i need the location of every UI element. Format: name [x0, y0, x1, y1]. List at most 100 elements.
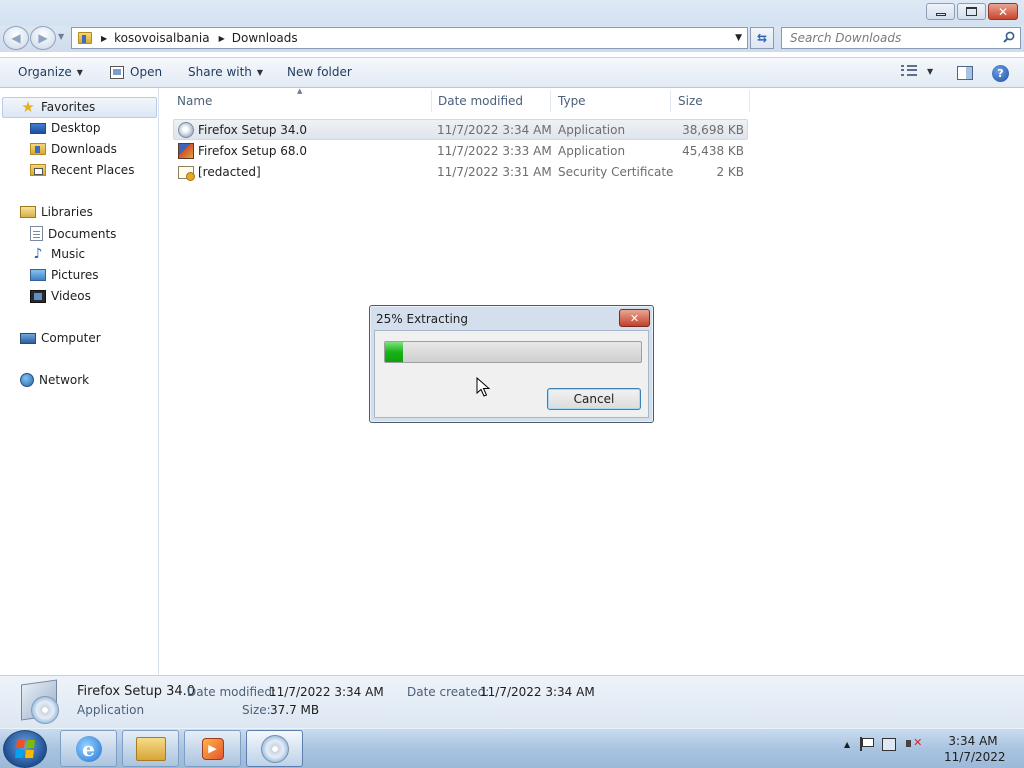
command-bar: Organize ▼ Open Share with ▼ New folder ▼ … [0, 57, 1024, 88]
system-tray: ▲ [844, 736, 922, 751]
file-type: Application [558, 144, 626, 158]
details-size: 37.7 MB [270, 703, 320, 717]
address-bar[interactable]: ▶ kosovoisalbania ▶ Downloads ▼ [71, 27, 748, 49]
extract-progress-bar [384, 341, 642, 363]
column-header-name[interactable]: Name [173, 90, 432, 112]
windows-logo-icon [15, 740, 35, 758]
nav-music[interactable]: ♪ Music [30, 246, 86, 262]
setup-cd-icon [17, 679, 63, 726]
file-date-modified: 11/7/2022 3:33 AM [437, 144, 552, 158]
close-button[interactable]: ✕ [988, 3, 1018, 20]
nav-favorites[interactable]: ★ Favorites [20, 100, 95, 115]
downloads-folder-icon [30, 143, 46, 155]
organize-menu-button[interactable]: Organize ▼ [18, 65, 83, 79]
nav-desktop-label: Desktop [51, 121, 101, 135]
setup-cd-icon [260, 734, 289, 763]
forward-button[interactable]: ▶ [30, 26, 56, 50]
nav-videos[interactable]: Videos [30, 289, 91, 303]
change-view-button[interactable]: ▼ [901, 65, 933, 77]
taskbar-media-player[interactable]: ▶ [184, 730, 241, 767]
action-center-flag-icon[interactable] [860, 737, 875, 751]
nav-libraries[interactable]: Libraries [20, 205, 93, 219]
extracting-dialog: 25% Extracting ✕ Cancel [369, 305, 654, 423]
breadcrumb-separator-icon[interactable]: ▶ [219, 34, 225, 43]
details-pane: Firefox Setup 34.0 Application Date modi… [0, 675, 1024, 728]
column-header-date-modified[interactable]: Date modified [433, 90, 551, 112]
videos-icon [30, 289, 46, 303]
nav-documents[interactable]: Documents [30, 226, 116, 241]
taskbar-firefox-setup[interactable] [246, 730, 303, 767]
file-size: 2 KB [716, 165, 744, 179]
details-file-name: Firefox Setup 34.0 [77, 684, 196, 699]
progress-fill [385, 342, 403, 362]
column-header-size-label: Size [678, 94, 703, 108]
address-dropdown-icon[interactable]: ▼ [735, 33, 742, 43]
pictures-icon [30, 269, 46, 281]
back-button[interactable]: ◀ [3, 26, 29, 50]
open-program-icon [110, 65, 124, 79]
close-icon: ✕ [629, 311, 640, 325]
window-caption-bar: ✕ [0, 0, 1024, 26]
help-icon[interactable]: ? [992, 65, 1009, 82]
nav-desktop[interactable]: Desktop [30, 121, 101, 135]
dialog-close-button[interactable]: ✕ [619, 309, 650, 327]
address-row: ◀ ▶ ▼ ▶ kosovoisalbania ▶ Downloads ▼ ⇆ [0, 26, 1024, 52]
nav-computer[interactable]: Computer [20, 331, 101, 345]
open-button[interactable]: Open [110, 65, 162, 79]
refresh-icon: ⇆ [756, 31, 768, 45]
clock[interactable]: 3:34 AM 11/7/2022 [944, 733, 1006, 765]
column-header-name-label: Name [177, 94, 213, 108]
nav-libraries-label: Libraries [41, 205, 93, 219]
libraries-icon [20, 206, 36, 218]
breadcrumb-separator-icon[interactable]: ▶ [101, 34, 107, 43]
details-date-modified: 11/7/2022 3:34 AM [269, 685, 384, 699]
music-note-icon: ♪ [33, 246, 43, 262]
column-header-size[interactable]: Size [672, 90, 750, 112]
nav-recent-places[interactable]: Recent Places [30, 163, 134, 177]
clock-time: 3:34 AM [948, 734, 998, 748]
search-icon[interactable] [1003, 31, 1015, 43]
media-player-icon: ▶ [201, 737, 224, 760]
new-folder-button[interactable]: New folder [287, 65, 352, 79]
volume-muted-icon[interactable] [906, 736, 922, 751]
nav-network-label: Network [39, 373, 90, 387]
file-date-modified: 11/7/2022 3:34 AM [437, 123, 552, 137]
taskbar-internet-explorer[interactable]: e [60, 730, 117, 767]
back-arrow-icon: ◀ [11, 31, 21, 45]
share-with-button[interactable]: Share with ▼ [188, 65, 263, 79]
network-icon [20, 373, 34, 387]
maximize-button[interactable] [957, 3, 986, 20]
chevron-down-icon: ▼ [256, 67, 264, 77]
network-status-icon[interactable] [882, 737, 897, 751]
breadcrumb-user[interactable]: kosovoisalbania [114, 31, 209, 45]
firefox-setup-icon [178, 143, 194, 159]
recent-pages-dropdown-icon[interactable]: ▼ [58, 32, 64, 41]
certificate-icon [178, 166, 195, 181]
start-button[interactable] [3, 730, 47, 768]
nav-documents-label: Documents [48, 226, 117, 241]
column-header-type[interactable]: Type [552, 90, 671, 112]
preview-pane-button[interactable] [957, 66, 973, 80]
show-hidden-icons-icon[interactable]: ▲ [844, 740, 850, 749]
search-box[interactable] [781, 27, 1021, 49]
refresh-button[interactable]: ⇆ [750, 27, 774, 49]
nav-recent-places-label: Recent Places [51, 163, 135, 177]
nav-pictures[interactable]: Pictures [30, 268, 99, 282]
details-date-created-label: Date created: [407, 685, 490, 699]
open-label: Open [130, 65, 163, 79]
column-header-date-label: Date modified [438, 94, 524, 108]
folder-icon [135, 736, 166, 761]
minimize-button[interactable] [926, 3, 955, 20]
cancel-button[interactable]: Cancel [547, 388, 641, 410]
taskbar-windows-explorer[interactable] [122, 730, 179, 767]
dialog-title: 25% Extracting [376, 312, 469, 326]
nav-downloads[interactable]: Downloads [30, 142, 117, 156]
file-name: Firefox Setup 68.0 [198, 144, 307, 158]
column-header-type-label: Type [558, 94, 586, 108]
file-name: [redacted] [198, 165, 261, 179]
internet-explorer-icon: e [75, 735, 102, 762]
search-input[interactable] [790, 31, 995, 45]
nav-network[interactable]: Network [20, 373, 89, 387]
dialog-body: Cancel [374, 330, 649, 418]
breadcrumb-downloads[interactable]: Downloads [232, 31, 298, 45]
